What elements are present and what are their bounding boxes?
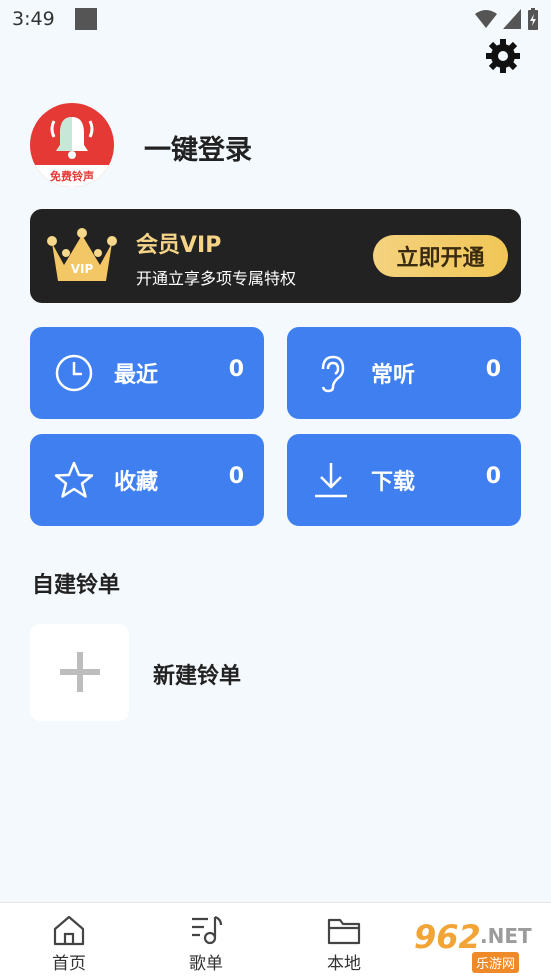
wifi-icon bbox=[475, 10, 497, 28]
tile-label: 最近 bbox=[114, 363, 159, 388]
tile-recent[interactable]: 最近 0 bbox=[30, 327, 264, 419]
nav-playlist[interactable]: 歌单 bbox=[166, 913, 246, 974]
ear-icon bbox=[321, 355, 345, 393]
nav-local[interactable]: 本地 bbox=[304, 913, 384, 974]
nav-home[interactable]: 首页 bbox=[29, 913, 109, 974]
activate-vip-button[interactable]: 立即开通 bbox=[373, 235, 508, 277]
avatar[interactable]: 免费铃声 bbox=[30, 103, 114, 187]
plus-icon bbox=[60, 652, 100, 692]
tile-count: 0 bbox=[228, 357, 244, 382]
tile-favorites[interactable]: 收藏 0 bbox=[30, 434, 264, 526]
login-button[interactable]: 一键登录 bbox=[144, 128, 252, 167]
status-icons bbox=[475, 8, 539, 30]
watermark-sub: 乐游网 bbox=[472, 952, 520, 973]
vip-subtitle: 开通立享多项专属特权 bbox=[136, 269, 297, 288]
tile-downloads[interactable]: 下载 0 bbox=[287, 434, 521, 526]
tile-count: 0 bbox=[485, 357, 501, 382]
gear-icon[interactable] bbox=[485, 38, 521, 74]
status-bar: 3:49 bbox=[0, 0, 551, 38]
clock-icon bbox=[55, 354, 93, 392]
watermark-brand: 962 bbox=[414, 918, 481, 956]
svg-text:VIP: VIP bbox=[71, 262, 94, 276]
tile-label: 常听 bbox=[371, 363, 416, 388]
tile-label: 收藏 bbox=[114, 470, 159, 495]
download-icon bbox=[315, 463, 347, 498]
notification-icon bbox=[74, 8, 97, 30]
tile-count: 0 bbox=[485, 464, 501, 489]
new-list-button[interactable] bbox=[30, 624, 129, 721]
watermark-net: .NET bbox=[480, 924, 532, 948]
folder-icon bbox=[327, 918, 361, 945]
star-icon bbox=[54, 461, 94, 498]
tile-label: 下载 bbox=[371, 470, 416, 495]
nav-label: 首页 bbox=[52, 954, 86, 974]
vip-card[interactable]: VIP 会员VIP 开通立享多项专属特权 立即开通 bbox=[30, 209, 521, 303]
vip-title: 会员VIP bbox=[136, 233, 222, 258]
tile-frequent[interactable]: 常听 0 bbox=[287, 327, 521, 419]
signal-icon bbox=[503, 9, 521, 29]
crown-icon: VIP bbox=[47, 228, 117, 281]
battery-icon bbox=[528, 8, 538, 30]
avatar-badge-text: 免费铃声 bbox=[50, 170, 94, 183]
status-time: 3:49 bbox=[12, 8, 55, 30]
nav-label: 歌单 bbox=[189, 954, 223, 974]
avatar-badge: 免费铃声 bbox=[30, 165, 114, 187]
custom-lists-title: 自建铃单 bbox=[32, 573, 121, 598]
playlist-icon bbox=[192, 915, 223, 945]
nav-label: 本地 bbox=[327, 954, 361, 974]
bell-icon bbox=[50, 117, 94, 159]
home-icon bbox=[53, 915, 85, 946]
watermark-logo: 962 .NET 乐游网 bbox=[408, 916, 543, 974]
tile-count: 0 bbox=[228, 464, 244, 489]
new-list-label[interactable]: 新建铃单 bbox=[153, 658, 241, 690]
